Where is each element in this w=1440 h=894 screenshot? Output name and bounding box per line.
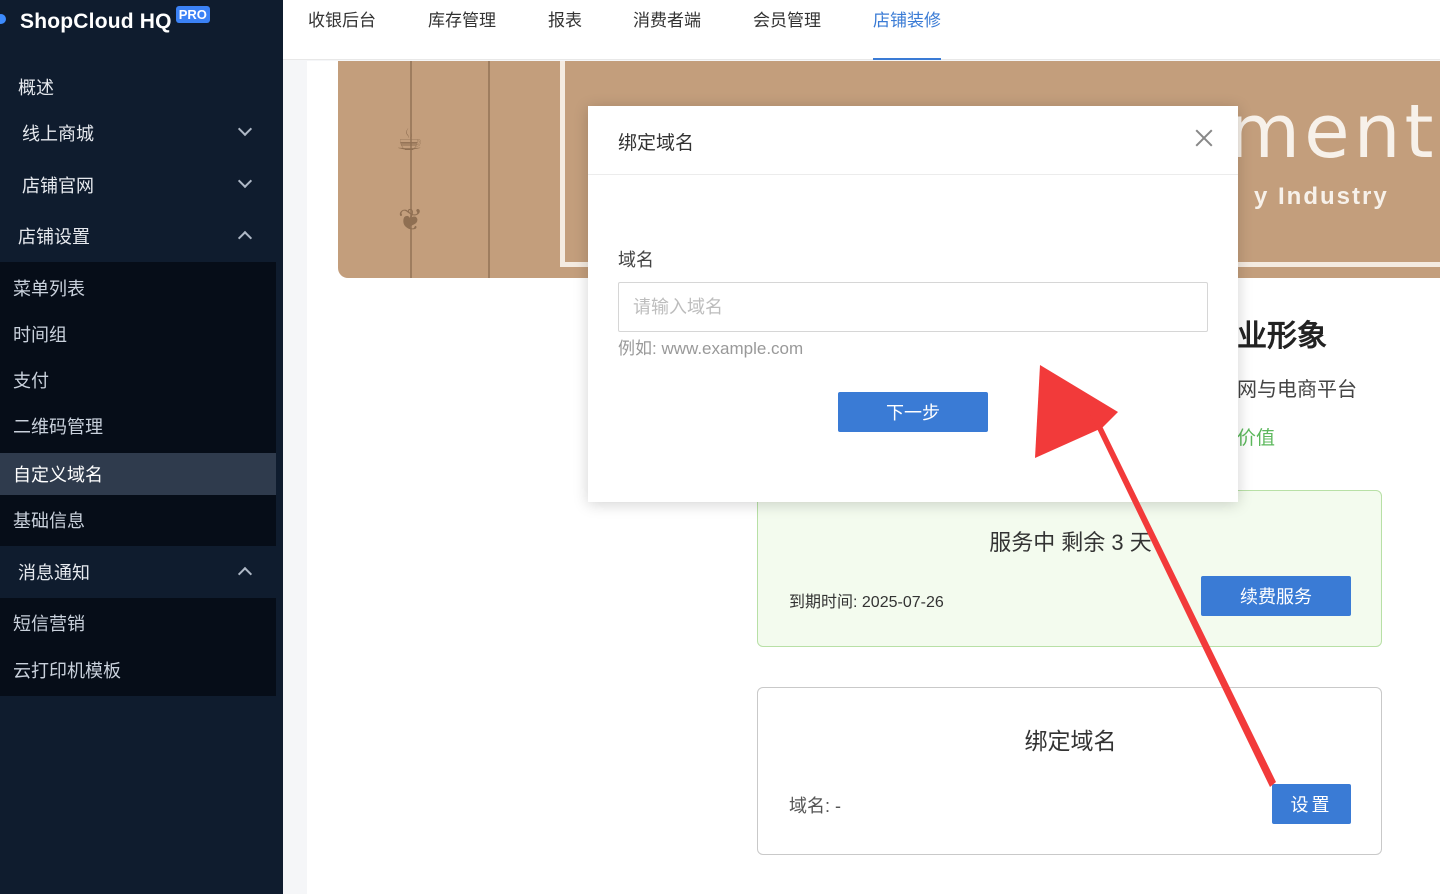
- service-status: 服务中 剩余 3 天: [758, 525, 1383, 557]
- sidebar-item-basic-info[interactable]: 基础信息: [0, 499, 276, 541]
- brand-name: ShopCloud HQ: [20, 10, 172, 33]
- top-nav: 收银后台 库存管理 报表 消费者端 会员管理 店铺装修: [283, 0, 1440, 60]
- sidebar-item-label: 概述: [18, 78, 54, 98]
- tab-inventory[interactable]: 库存管理: [428, 0, 496, 60]
- sidebar-item-store-settings[interactable]: 店铺设置: [0, 213, 276, 259]
- service-status-tail: 天: [1129, 530, 1152, 555]
- tab-members[interactable]: 会员管理: [753, 0, 821, 60]
- domain-hint: 例如: www.example.com: [618, 339, 804, 358]
- sidebar-item-overview[interactable]: 概述: [0, 64, 276, 110]
- dialog-title: 绑定域名: [618, 133, 695, 154]
- sidebar-item-printer-template[interactable]: 云打印机模板: [0, 649, 276, 691]
- sidebar-item-label: 店铺设置: [18, 227, 90, 247]
- sidebar-item-store-website[interactable]: 店铺官网: [0, 162, 276, 208]
- domain-settings-button[interactable]: 设置: [1272, 784, 1351, 824]
- dialog-header: 绑定域名: [588, 106, 1238, 175]
- brand: ShopCloud HQ PRO: [0, 0, 283, 44]
- sidebar-item-notifications[interactable]: 消息通知: [0, 549, 276, 595]
- domain-input[interactable]: [618, 282, 1208, 332]
- store-settings-submenu: 菜单列表 时间组 支付 二维码管理 自定义域名 基础信息: [0, 262, 276, 546]
- section-description: 网与电商平台: [1237, 379, 1357, 401]
- content-gutter: [283, 61, 307, 894]
- pro-badge: PRO: [175, 5, 210, 23]
- sidebar-item-online-mall[interactable]: 线上商城: [0, 110, 276, 156]
- bind-domain-dialog: 绑定域名 域名 例如: www.example.com 下一步: [588, 106, 1238, 502]
- sidebar-item-qrcode[interactable]: 二维码管理: [0, 405, 276, 447]
- banner-divider: [488, 61, 490, 278]
- sidebar-item-sms[interactable]: 短信营销: [0, 602, 276, 644]
- current-domain: 域名: -: [789, 796, 841, 816]
- notifications-submenu: 短信营销 云打印机模板: [0, 598, 276, 696]
- renew-service-button[interactable]: 续费服务: [1201, 576, 1351, 616]
- bind-domain-title: 绑定域名: [1024, 728, 1117, 754]
- section-value-text: 价值: [1237, 428, 1276, 449]
- sidebar-item-label: 消息通知: [18, 563, 90, 583]
- expire-date: 到期时间: 2025-07-26: [789, 594, 944, 611]
- sidebar-item-label: 线上商城: [22, 124, 94, 144]
- sidebar: ShopCloud HQ PRO 概述 线上商城 店铺官网 店铺设置 菜单列表 …: [0, 0, 283, 894]
- banner-headline: ment: [1228, 89, 1438, 175]
- tab-reports[interactable]: 报表: [548, 0, 582, 60]
- sidebar-item-custom-domain[interactable]: 自定义域名: [0, 453, 276, 495]
- banner-subline: y Industry: [1254, 183, 1389, 210]
- sidebar-item-payment[interactable]: 支付: [0, 359, 276, 401]
- brand-logo-icon: [0, 14, 6, 24]
- chevron-up-icon: [237, 566, 253, 582]
- tab-cashier[interactable]: 收银后台: [308, 0, 376, 60]
- domain-field-label: 域名: [618, 250, 654, 270]
- service-status-card: 服务中 剩余 3 天 到期时间: 2025-07-26 续费服务: [757, 490, 1382, 647]
- bind-domain-card: 绑定域名 域名: - 设置: [757, 687, 1382, 855]
- chevron-down-icon: [237, 121, 253, 137]
- chevron-up-icon: [237, 230, 253, 246]
- tab-store-decoration[interactable]: 店铺装修: [873, 0, 941, 60]
- sidebar-item-label: 店铺官网: [22, 176, 94, 196]
- tab-consumer[interactable]: 消费者端: [633, 0, 701, 60]
- food-plate-icon: ☕: [396, 124, 423, 157]
- banner-divider: [410, 61, 412, 278]
- sidebar-item-menu-list[interactable]: 菜单列表: [0, 267, 276, 309]
- next-step-button[interactable]: 下一步: [838, 392, 988, 432]
- service-status-text: 服务中 剩余 3: [989, 530, 1124, 555]
- chevron-down-icon: [237, 173, 253, 189]
- sidebar-item-time-group[interactable]: 时间组: [0, 313, 276, 355]
- section-heading: 业形象: [1237, 320, 1327, 353]
- wheat-icon: ❦: [398, 204, 424, 237]
- close-icon[interactable]: [1192, 126, 1216, 150]
